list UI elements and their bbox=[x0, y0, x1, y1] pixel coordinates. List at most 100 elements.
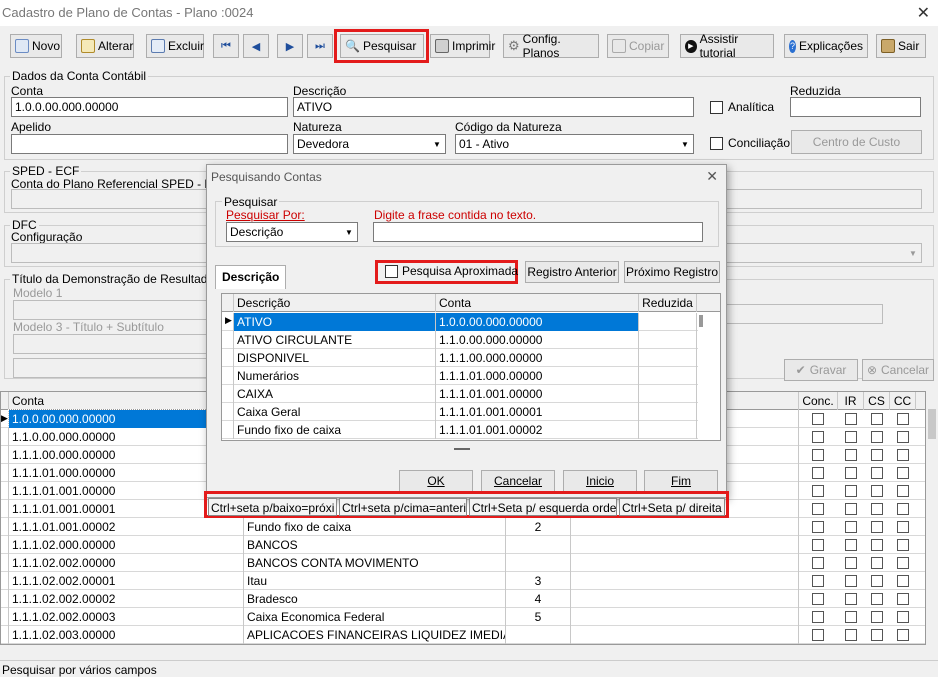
cc-checkbox[interactable] bbox=[897, 503, 909, 515]
conc-checkbox[interactable] bbox=[812, 575, 824, 587]
header-cc[interactable]: CC bbox=[890, 392, 916, 410]
cc-checkbox[interactable] bbox=[897, 611, 909, 623]
ir-checkbox[interactable] bbox=[845, 539, 857, 551]
cs-checkbox[interactable] bbox=[871, 521, 883, 533]
dialog-header-reduzida[interactable]: Reduzida bbox=[639, 294, 697, 312]
dialog-scroll-thumb[interactable] bbox=[699, 315, 703, 327]
dialog-close-icon[interactable]: ✕ bbox=[706, 168, 718, 185]
cs-checkbox[interactable] bbox=[871, 413, 883, 425]
table-row[interactable]: 1.1.1.01.001.00002 Fundo fixo de caixa 2 bbox=[1, 518, 925, 536]
analitica-checkbox[interactable] bbox=[710, 101, 723, 114]
conc-checkbox[interactable] bbox=[812, 485, 824, 497]
header-ir[interactable]: IR bbox=[838, 392, 864, 410]
table-row[interactable]: 1.1.1.02.000.00000 BANCOS bbox=[1, 536, 925, 554]
conc-checkbox[interactable] bbox=[812, 413, 824, 425]
ir-checkbox[interactable] bbox=[845, 485, 857, 497]
ir-checkbox[interactable] bbox=[845, 629, 857, 641]
cc-checkbox[interactable] bbox=[897, 413, 909, 425]
scroll-thumb[interactable] bbox=[928, 409, 936, 439]
cc-checkbox[interactable] bbox=[897, 449, 909, 461]
cs-checkbox[interactable] bbox=[871, 611, 883, 623]
reduzida-field[interactable] bbox=[790, 97, 921, 117]
conc-checkbox[interactable] bbox=[812, 449, 824, 461]
alterar-button[interactable]: Alterar bbox=[76, 34, 134, 58]
cc-checkbox[interactable] bbox=[897, 593, 909, 605]
cs-checkbox[interactable] bbox=[871, 593, 883, 605]
cc-checkbox[interactable] bbox=[897, 431, 909, 443]
close-icon[interactable]: ✕ bbox=[917, 3, 930, 23]
conc-checkbox[interactable] bbox=[812, 611, 824, 623]
ir-checkbox[interactable] bbox=[845, 575, 857, 587]
dialog-table-row[interactable]: DISPONIVEL 1.1.1.00.000.00000 bbox=[222, 349, 698, 367]
cc-checkbox[interactable] bbox=[897, 539, 909, 551]
first-record-button[interactable]: ⏮ bbox=[213, 34, 239, 58]
cs-checkbox[interactable] bbox=[871, 449, 883, 461]
novo-button[interactable]: Novo bbox=[10, 34, 62, 58]
modelo3-field-2[interactable] bbox=[13, 358, 208, 378]
ir-checkbox[interactable] bbox=[845, 611, 857, 623]
gravar-button[interactable]: ✔ Gravar bbox=[784, 359, 858, 381]
dialog-header-descricao[interactable]: Descrição bbox=[234, 294, 436, 312]
assistir-tutorial-button[interactable]: ▶ Assistir tutorial bbox=[680, 32, 774, 60]
frase-input[interactable] bbox=[373, 222, 703, 242]
conc-checkbox[interactable] bbox=[812, 557, 824, 569]
cc-checkbox[interactable] bbox=[897, 467, 909, 479]
cs-checkbox[interactable] bbox=[871, 485, 883, 497]
imprimir-button[interactable]: Imprimir bbox=[430, 34, 495, 58]
cs-checkbox[interactable] bbox=[871, 503, 883, 515]
conc-checkbox[interactable] bbox=[812, 521, 824, 533]
proximo-registro-button[interactable]: Próximo Registro bbox=[624, 261, 720, 283]
inicio-button[interactable]: Inicio bbox=[563, 470, 637, 492]
cc-checkbox[interactable] bbox=[897, 485, 909, 497]
registro-anterior-button[interactable]: Registro Anterior bbox=[525, 261, 619, 283]
modelo1-field-2[interactable] bbox=[726, 304, 883, 324]
table-row[interactable]: 1.1.1.02.003.00000 APLICACOES FINANCEIRAS… bbox=[1, 626, 925, 644]
config-planos-button[interactable]: ⚙ Config. Planos bbox=[503, 32, 599, 60]
explicacoes-button[interactable]: ? Explicações bbox=[784, 34, 868, 58]
ok-button[interactable]: OK bbox=[399, 470, 473, 492]
fim-button[interactable]: Fim bbox=[644, 470, 718, 492]
prev-record-button[interactable]: ◀ bbox=[243, 34, 269, 58]
cs-checkbox[interactable] bbox=[871, 629, 883, 641]
ir-checkbox[interactable] bbox=[845, 557, 857, 569]
apelido-field[interactable] bbox=[11, 134, 288, 154]
dialog-table-row[interactable]: ATIVO CIRCULANTE 1.1.0.00.000.00000 bbox=[222, 331, 698, 349]
h-scroll-thumb[interactable] bbox=[454, 448, 470, 450]
cs-checkbox[interactable] bbox=[871, 431, 883, 443]
last-record-button[interactable]: ⏭ bbox=[307, 34, 333, 58]
conc-checkbox[interactable] bbox=[812, 431, 824, 443]
grid-scrollbar[interactable] bbox=[926, 391, 938, 645]
table-row[interactable]: 1.1.1.02.002.00003 Caixa Economica Federa… bbox=[1, 608, 925, 626]
header-conc[interactable]: Conc. bbox=[799, 392, 838, 410]
dialog-table-row[interactable]: Fundo fixo de caixa 1.1.1.01.001.00002 bbox=[222, 421, 698, 439]
centro-custo-button[interactable]: Centro de Custo bbox=[791, 130, 922, 154]
dialog-cancelar-button[interactable]: Cancelar bbox=[481, 470, 555, 492]
table-row[interactable]: 1.1.1.02.002.00002 Bradesco 4 bbox=[1, 590, 925, 608]
cs-checkbox[interactable] bbox=[871, 575, 883, 587]
modelo1-field[interactable] bbox=[13, 300, 208, 320]
conciliacao-checkbox[interactable] bbox=[710, 137, 723, 150]
conc-checkbox[interactable] bbox=[812, 467, 824, 479]
cc-checkbox[interactable] bbox=[897, 575, 909, 587]
descricao-field[interactable]: ATIVO bbox=[293, 97, 694, 117]
ir-checkbox[interactable] bbox=[845, 413, 857, 425]
sair-button[interactable]: Sair bbox=[876, 34, 926, 58]
ir-checkbox[interactable] bbox=[845, 431, 857, 443]
modelo3-field[interactable] bbox=[13, 334, 208, 354]
tab-descricao[interactable]: Descrição bbox=[215, 265, 286, 289]
ir-checkbox[interactable] bbox=[845, 467, 857, 479]
dialog-grid[interactable]: Descrição Conta Reduzida ▶ ATIVO 1.0.0.00.… bbox=[221, 293, 721, 450]
dialog-table-row[interactable]: Caixa Geral 1.1.1.01.001.00001 bbox=[222, 403, 698, 421]
conta-field[interactable]: 1.0.0.00.000.00000 bbox=[11, 97, 288, 117]
cancelar-button[interactable]: ⊗ Cancelar bbox=[862, 359, 934, 381]
excluir-button[interactable]: Excluir bbox=[146, 34, 204, 58]
codigo-natureza-select[interactable]: 01 - Ativo ▼ bbox=[455, 134, 694, 154]
cs-checkbox[interactable] bbox=[871, 557, 883, 569]
conc-checkbox[interactable] bbox=[812, 593, 824, 605]
ir-checkbox[interactable] bbox=[845, 521, 857, 533]
cs-checkbox[interactable] bbox=[871, 539, 883, 551]
conc-checkbox[interactable] bbox=[812, 503, 824, 515]
pesquisar-por-select[interactable]: Descrição ▼ bbox=[226, 222, 358, 242]
next-record-button[interactable]: ▶ bbox=[277, 34, 303, 58]
aproximada-checkbox[interactable] bbox=[385, 265, 398, 278]
